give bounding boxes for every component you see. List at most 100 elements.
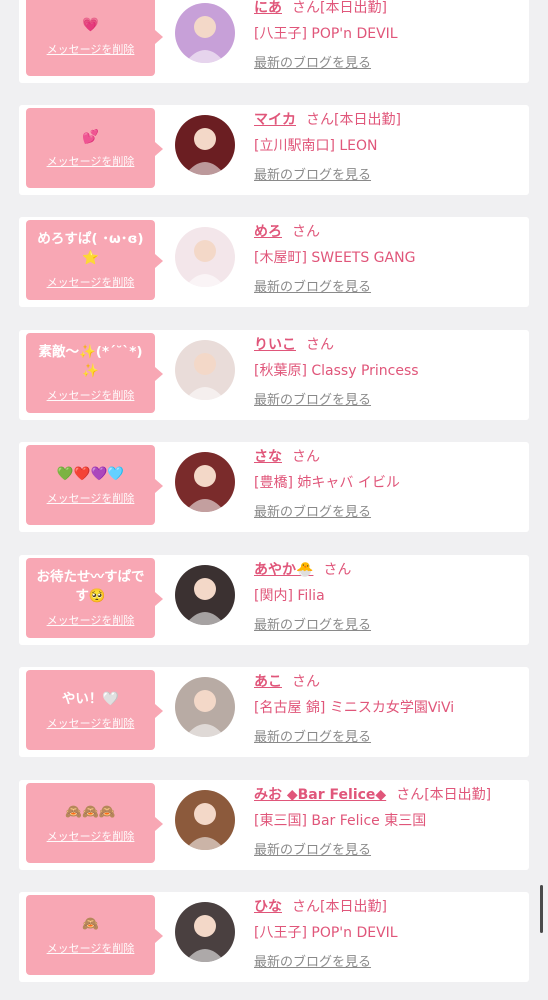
avatar[interactable] <box>175 790 235 850</box>
message-info: みお ◆Bar Felice◆ さん[本日出勤] [東三国] Bar Felice… <box>254 785 524 860</box>
avatar[interactable] <box>175 340 235 400</box>
avatar-face <box>194 240 216 262</box>
avatar[interactable] <box>175 452 235 512</box>
avatar[interactable] <box>175 115 235 175</box>
sender-line: マイカ さん[本日出勤] <box>254 110 524 130</box>
sender-line: さな さん <box>254 447 524 467</box>
message-card: やい！🤍 メッセージを削除 あこ さん [名古屋 錦] ミニスカ女学園ViVi 最… <box>19 667 529 757</box>
shop-label: [八王子] POP'n DEVIL <box>254 925 398 941</box>
sender-name-link[interactable]: あやか🐣 <box>254 562 313 578</box>
sender-line: ひな さん[本日出勤] <box>254 897 524 917</box>
delete-message-link[interactable]: メッセージを削除 <box>47 41 135 57</box>
shop-label: [木屋町] SWEETS GANG <box>254 250 416 266</box>
delete-message-link[interactable]: メッセージを削除 <box>47 715 135 731</box>
message-bubble: 💗 メッセージを削除 <box>26 0 163 76</box>
sender-name-link[interactable]: ひな <box>254 899 282 915</box>
shop-label: [立川駅南口] LEON <box>254 138 378 154</box>
latest-blog-link[interactable]: 最新のブログを見る <box>254 504 524 522</box>
shop-label: [秋葉原] Classy Princess <box>254 363 419 379</box>
sender-name-link[interactable]: めろ <box>254 224 282 240</box>
latest-blog-link[interactable]: 最新のブログを見る <box>254 167 524 185</box>
delete-message-link[interactable]: メッセージを削除 <box>47 490 135 506</box>
shop-label: [名古屋 錦] ミニスカ女学園ViVi <box>254 700 455 716</box>
avatar[interactable] <box>175 3 235 63</box>
message-bubble: 素敵〜✨(*´˘`*)✨ メッセージを削除 <box>26 333 163 413</box>
message-card: 💕 メッセージを削除 マイカ さん[本日出勤] [立川駅南口] LEON 最新のブ… <box>19 105 529 195</box>
message-card: 💚❤️💜🩵 メッセージを削除 さな さん [豊橋] 姉キャバ イビル 最新のブログ… <box>19 442 529 532</box>
honorific: さん <box>323 562 352 578</box>
delete-message-link[interactable]: メッセージを削除 <box>47 612 135 628</box>
latest-blog-link[interactable]: 最新のブログを見る <box>254 392 524 410</box>
message-text: 💗 <box>82 16 99 33</box>
avatar[interactable] <box>175 227 235 287</box>
avatar-image <box>175 902 235 962</box>
message-info: にあ さん[本日出勤] [八王子] POP'n DEVIL 最新のブログを見る <box>254 0 524 73</box>
message-text: 🙈🙈🙈 <box>65 803 116 820</box>
latest-blog-link[interactable]: 最新のブログを見る <box>254 55 524 73</box>
honorific: さん <box>396 787 425 803</box>
message-card: お待たせ〰︎すぱです🥺 メッセージを削除 あやか🐣 さん [関内] Filia 最… <box>19 555 529 645</box>
sender-line: りいこ さん <box>254 335 524 355</box>
latest-blog-link[interactable]: 最新のブログを見る <box>254 842 524 860</box>
sender-line: あやか🐣 さん <box>254 560 524 580</box>
shop-label: [八王子] POP'n DEVIL <box>254 26 398 42</box>
sender-name-link[interactable]: マイカ <box>254 112 296 128</box>
working-today-badge: [本日出勤] <box>334 112 401 128</box>
sender-name-link[interactable]: あこ <box>254 674 282 690</box>
honorific: さん <box>292 449 320 465</box>
message-card: 💗 メッセージを削除 にあ さん[本日出勤] [八王子] POP'n DEVIL … <box>19 0 529 83</box>
avatar-face <box>194 690 216 712</box>
message-text: 💕 <box>82 128 99 145</box>
avatar-image <box>175 227 235 287</box>
shop-label: [関内] Filia <box>254 588 325 604</box>
avatar-image <box>175 790 235 850</box>
message-info: ひな さん[本日出勤] [八王子] POP'n DEVIL 最新のブログを見る <box>254 897 524 972</box>
honorific: さん <box>292 0 320 16</box>
delete-message-link[interactable]: メッセージを削除 <box>47 940 135 956</box>
delete-message-link[interactable]: メッセージを削除 <box>47 153 135 169</box>
avatar-face <box>194 915 216 937</box>
message-info: あこ さん [名古屋 錦] ミニスカ女学園ViVi 最新のブログを見る <box>254 672 524 747</box>
avatar-image <box>175 677 235 737</box>
avatar[interactable] <box>175 902 235 962</box>
sender-name-link[interactable]: りいこ <box>254 337 296 353</box>
message-bubble: 🙈 メッセージを削除 <box>26 895 163 975</box>
working-today-badge: [本日出勤] <box>320 0 387 16</box>
honorific: さん <box>292 674 320 690</box>
delete-message-link[interactable]: メッセージを削除 <box>47 387 135 403</box>
avatar-face <box>194 578 216 600</box>
message-text: 🙈 <box>82 915 99 932</box>
delete-message-link[interactable]: メッセージを削除 <box>47 828 135 844</box>
avatar-face <box>194 803 216 825</box>
sender-name-link[interactable]: みお ◆Bar Felice◆ <box>254 787 386 803</box>
delete-message-link[interactable]: メッセージを削除 <box>47 274 135 290</box>
message-bubble: やい！🤍 メッセージを削除 <box>26 670 163 750</box>
sender-line: めろ さん <box>254 222 524 242</box>
shop-label: [豊橋] 姉キャバ イビル <box>254 475 400 491</box>
sender-name-link[interactable]: さな <box>254 449 282 465</box>
avatar-image <box>175 340 235 400</box>
message-card: 🙈 メッセージを削除 ひな さん[本日出勤] [八王子] POP'n DEVIL … <box>19 892 529 982</box>
avatar-image <box>175 115 235 175</box>
latest-blog-link[interactable]: 最新のブログを見る <box>254 954 524 972</box>
message-bubble: 🙈🙈🙈 メッセージを削除 <box>26 783 163 863</box>
honorific: さん <box>292 899 320 915</box>
avatar[interactable] <box>175 565 235 625</box>
scrollbar[interactable] <box>540 885 543 933</box>
message-card: めろすぱ( ･ω･ɞ)⭐️ メッセージを削除 めろ さん [木屋町] SWEETS… <box>19 217 529 307</box>
latest-blog-link[interactable]: 最新のブログを見る <box>254 617 524 635</box>
working-today-badge: [本日出勤] <box>320 899 387 915</box>
message-bubble: 💕 メッセージを削除 <box>26 108 163 188</box>
avatar-face <box>194 128 216 150</box>
honorific: さん <box>292 224 320 240</box>
latest-blog-link[interactable]: 最新のブログを見る <box>254 279 524 297</box>
latest-blog-link[interactable]: 最新のブログを見る <box>254 729 524 747</box>
message-info: りいこ さん [秋葉原] Classy Princess 最新のブログを見る <box>254 335 524 410</box>
sender-name-link[interactable]: にあ <box>254 0 282 16</box>
message-text: お待たせ〰︎すぱです🥺 <box>36 569 145 604</box>
working-today-badge: [本日出勤] <box>424 787 492 803</box>
message-text: やい！🤍 <box>61 690 120 707</box>
message-bubble: お待たせ〰︎すぱです🥺 メッセージを削除 <box>26 558 163 638</box>
message-text: 素敵〜✨(*´˘`*)✨ <box>38 344 143 379</box>
avatar[interactable] <box>175 677 235 737</box>
